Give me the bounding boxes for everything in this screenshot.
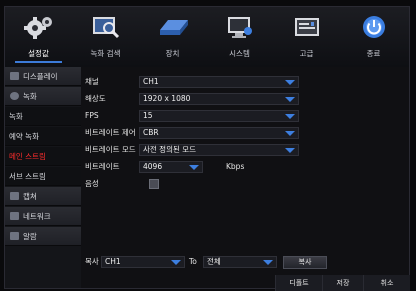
channel-row: 채널 CH1 <box>85 75 325 89</box>
copy-from-value: CH1 <box>105 257 121 266</box>
bitrate-mode-value: 사전 정의된 모드 <box>143 145 197 154</box>
sidebar-item-capture[interactable]: 캡쳐 <box>5 187 81 206</box>
capture-icon <box>10 192 19 200</box>
bitrate-select[interactable]: 4096 <box>139 161 203 173</box>
bitrate-control-select[interactable]: CBR <box>139 127 299 139</box>
resolution-label: 해상도 <box>85 94 106 103</box>
main-stream-settings: 채널 CH1 해상도 1920 x 1080 FPS 15 비트레이트 제어 C… <box>85 75 405 275</box>
copy-from-select[interactable]: CH1 <box>101 256 185 268</box>
sidebar-item-label: 캡쳐 <box>23 192 37 201</box>
copy-to-label: To <box>189 257 197 266</box>
tab-exit-label: 종료 <box>366 49 381 58</box>
channel-value: CH1 <box>143 77 159 86</box>
audio-checkbox[interactable] <box>149 179 159 189</box>
resolution-row: 해상도 1920 x 1080 <box>85 92 325 106</box>
resolution-select[interactable]: 1920 x 1080 <box>139 93 299 105</box>
audio-row: 음성 <box>85 177 325 191</box>
sidebar: 디스플레이 녹화 녹화 예약 녹화 메인 스트림 서브 스트림 캡쳐 네트워크 … <box>5 67 81 288</box>
tab-device[interactable]: 장치 <box>139 7 206 67</box>
tab-settings[interactable]: 설정값 <box>5 7 72 67</box>
chevron-down-icon <box>285 97 295 102</box>
bitrate-control-row: 비트레이트 제어 CBR <box>85 126 325 140</box>
bitrate-value: 4096 <box>143 162 163 171</box>
fps-label: FPS <box>85 111 99 120</box>
copy-label: 복사 <box>85 257 99 266</box>
alarm-icon <box>10 232 19 240</box>
sidebar-item-alarm[interactable]: 알람 <box>5 227 81 246</box>
tab-system-label: 시스템 <box>229 49 250 58</box>
fps-value: 15 <box>143 111 153 120</box>
chevron-down-icon <box>285 114 295 119</box>
chevron-down-icon <box>263 260 273 265</box>
sidebar-item-record-sub[interactable]: 녹화 <box>5 107 81 126</box>
sidebar-item-label: 예약 녹화 <box>9 132 39 141</box>
top-menu-bar: 설정값 녹화 검색 장치 시스템 고급 종료 <box>5 7 409 67</box>
sidebar-item-label: 서브 스트림 <box>9 172 46 181</box>
tab-advanced[interactable]: 고급 <box>273 7 340 67</box>
tab-advanced-label: 고급 <box>299 49 314 58</box>
tab-exit[interactable]: 종료 <box>340 7 407 67</box>
audio-label: 음성 <box>85 179 99 188</box>
sidebar-item-sub-stream[interactable]: 서브 스트림 <box>5 167 81 186</box>
resolution-value: 1920 x 1080 <box>143 94 191 103</box>
record-icon <box>10 92 19 100</box>
power-icon <box>354 13 394 41</box>
bitrate-mode-label: 비트레이트 모드 <box>85 145 136 154</box>
monitor-icon <box>220 13 260 41</box>
save-button[interactable]: 저장 <box>322 275 363 291</box>
channel-select[interactable]: CH1 <box>139 76 299 88</box>
sidebar-item-schedule[interactable]: 예약 녹화 <box>5 127 81 146</box>
sidebar-item-label: 알람 <box>23 232 37 241</box>
tab-system[interactable]: 시스템 <box>206 7 273 67</box>
sidebar-item-label: 디스플레이 <box>23 72 58 81</box>
chevron-down-icon <box>285 80 295 85</box>
bitrate-row: 비트레이트 4096 Kbps <box>85 160 325 174</box>
copy-row: 복사 CH1 To 전체 복사 <box>85 255 405 269</box>
hard-drive-icon <box>153 13 193 41</box>
display-icon <box>10 72 19 80</box>
sidebar-item-display[interactable]: 디스플레이 <box>5 67 81 86</box>
bitrate-mode-row: 비트레이트 모드 사전 정의된 모드 <box>85 143 325 157</box>
tab-record-search-label: 녹화 검색 <box>90 49 121 58</box>
active-tab-indicator <box>15 61 62 63</box>
sidebar-item-main-stream[interactable]: 메인 스트림 <box>5 147 81 166</box>
sidebar-item-network[interactable]: 네트워크 <box>5 207 81 226</box>
cancel-button[interactable]: 취소 <box>363 275 410 291</box>
settings-window: 설정값 녹화 검색 장치 시스템 고급 종료 디스플레이 녹화 녹화 예약 녹화… <box>4 6 410 291</box>
tab-device-label: 장치 <box>165 49 180 58</box>
advanced-icon <box>287 13 327 41</box>
gear-icon <box>19 13 59 41</box>
network-icon <box>10 212 19 220</box>
copy-to-select[interactable]: 전체 <box>203 256 277 268</box>
bitrate-label: 비트레이트 <box>85 162 120 171</box>
bitrate-control-value: CBR <box>143 128 159 137</box>
bitrate-control-label: 비트레이트 제어 <box>85 128 136 137</box>
channel-label: 채널 <box>85 77 99 86</box>
copy-button[interactable]: 복사 <box>283 256 327 269</box>
sidebar-item-record[interactable]: 녹화 <box>5 87 81 106</box>
fps-row: FPS 15 <box>85 109 325 123</box>
bitrate-mode-select[interactable]: 사전 정의된 모드 <box>139 144 299 156</box>
copy-to-value: 전체 <box>207 257 221 266</box>
sidebar-item-label: 녹화 <box>9 112 23 121</box>
default-button[interactable]: 디폴트 <box>275 275 322 291</box>
sidebar-item-label: 메인 스트림 <box>9 152 46 161</box>
chevron-down-icon <box>285 148 295 153</box>
magnifier-icon <box>86 13 126 41</box>
chevron-down-icon <box>171 260 181 265</box>
sidebar-item-label: 녹화 <box>23 92 37 101</box>
tab-settings-label: 설정값 <box>28 49 49 58</box>
tab-record-search[interactable]: 녹화 검색 <box>72 7 139 67</box>
fps-select[interactable]: 15 <box>139 110 299 122</box>
sidebar-item-label: 네트워크 <box>23 212 51 221</box>
chevron-down-icon <box>189 165 199 170</box>
chevron-down-icon <box>285 131 295 136</box>
bitrate-unit: Kbps <box>226 162 245 171</box>
